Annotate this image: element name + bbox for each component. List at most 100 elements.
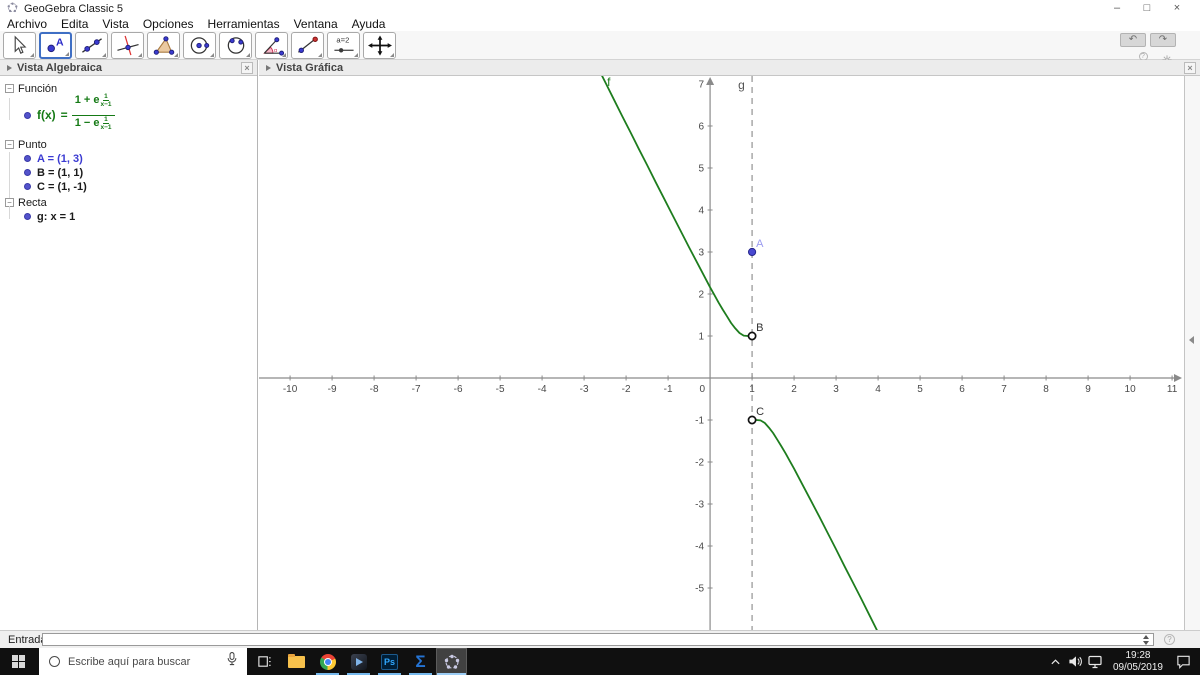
svg-text:A: A <box>56 36 64 48</box>
move-graphics-view-tool-button[interactable] <box>363 31 396 59</box>
move-tool-button[interactable] <box>3 31 36 59</box>
point-C[interactable] <box>747 415 757 425</box>
network-icon[interactable] <box>1086 648 1106 675</box>
slider-tool-button[interactable]: a=2 <box>327 31 360 59</box>
tool-dropdown-icon[interactable] <box>210 52 214 57</box>
taskbar-geogebra[interactable] <box>436 648 467 675</box>
collapse-left-icon[interactable] <box>1189 336 1194 344</box>
x-tick-label: 6 <box>959 384 965 395</box>
menu-herramientas[interactable]: Herramientas <box>201 17 287 31</box>
point-row-A[interactable]: A = (1, 3) <box>24 152 257 165</box>
taskbar-search-box[interactable]: Escribe aquí para buscar <box>39 648 247 675</box>
tool-dropdown-icon[interactable] <box>174 52 178 57</box>
collapse-icon[interactable]: − <box>5 84 14 93</box>
panel-expand-icon[interactable] <box>266 64 271 71</box>
x-tick-label: -9 <box>328 384 337 395</box>
hidden-icons-chevron-icon[interactable] <box>1046 648 1066 675</box>
object-bullet-icon[interactable] <box>24 213 31 220</box>
group-punto: − Punto <box>0 138 257 151</box>
tool-dropdown-icon[interactable] <box>65 51 69 56</box>
close-icon[interactable]: × <box>1162 0 1192 17</box>
x-tick-label: 9 <box>1085 384 1091 395</box>
taskbar-file-explorer[interactable] <box>281 648 312 675</box>
graphics-canvas[interactable]: g-10 -9 -8 -7 -6 -5 -4 -3 -2 -1 0 1 2 3 4 5 6 7 8 9 10 11-5-4… <box>259 76 1183 630</box>
taskbar-movies-tv[interactable] <box>343 648 374 675</box>
x-tick-label: -1 <box>664 384 673 395</box>
menu-vista[interactable]: Vista <box>95 17 135 31</box>
y-tick-label: 5 <box>699 163 705 174</box>
point-row-C[interactable]: C = (1, -1) <box>24 180 257 193</box>
window-controls: – □ × <box>1102 0 1192 17</box>
conic-tool-button[interactable] <box>219 31 252 59</box>
tool-dropdown-icon[interactable] <box>318 52 322 57</box>
taskbar-sigma-app[interactable]: Σ <box>405 648 436 675</box>
x-tick-label: 10 <box>1125 384 1137 395</box>
angle-tool-button[interactable]: α <box>255 31 288 59</box>
curve-f-right <box>751 419 878 630</box>
close-icon[interactable]: × <box>1184 61 1196 74</box>
tool-dropdown-icon[interactable] <box>282 52 286 57</box>
menu-ventana[interactable]: Ventana <box>287 17 345 31</box>
x-tick-label: -4 <box>538 384 547 395</box>
tool-dropdown-icon[interactable] <box>390 52 394 57</box>
clock-time: 19:28 <box>1125 649 1151 661</box>
speaker-icon[interactable] <box>1066 648 1086 675</box>
point-tool-button[interactable]: A <box>39 31 72 59</box>
object-bullet-icon[interactable] <box>24 169 31 176</box>
minimize-icon[interactable]: – <box>1102 0 1132 17</box>
menu-opciones[interactable]: Opciones <box>136 17 201 31</box>
photoshop-icon: Ps <box>381 653 398 670</box>
x-tick-label: 0 <box>700 384 706 395</box>
group-funcion: − Función <box>0 82 257 95</box>
tool-dropdown-icon[interactable] <box>246 52 250 57</box>
input-history-spinner-icon[interactable] <box>1143 635 1149 645</box>
y-tick-label: 7 <box>699 79 705 90</box>
line-row-g[interactable]: g: x = 1 <box>24 210 257 223</box>
menu-edita[interactable]: Edita <box>54 17 95 31</box>
curve-f-left <box>601 76 753 337</box>
object-bullet-icon[interactable] <box>24 111 31 119</box>
object-bullet-icon[interactable] <box>24 155 31 162</box>
function-row-f[interactable]: f(x) = 1 + e 1 x−1 1 − e 1 x−1 <box>24 93 257 136</box>
start-button[interactable] <box>0 648 36 675</box>
task-view-button[interactable] <box>247 648 281 675</box>
maximize-icon[interactable]: □ <box>1132 0 1162 17</box>
undo-icon[interactable]: ↶ <box>1120 33 1146 47</box>
point-B[interactable] <box>747 331 757 341</box>
tool-dropdown-icon[interactable] <box>30 52 34 57</box>
input-help-icon[interactable]: ? <box>1164 634 1175 645</box>
y-tick-label: -1 <box>695 415 704 426</box>
tool-dropdown-icon[interactable] <box>354 52 358 57</box>
sigma-icon: Σ <box>415 652 426 671</box>
point-A[interactable] <box>747 247 757 257</box>
object-bullet-icon[interactable] <box>24 183 31 190</box>
redo-icon[interactable]: ↷ <box>1150 33 1176 47</box>
polygon-tool-button[interactable] <box>147 31 180 59</box>
perpendicular-line-tool-button[interactable] <box>111 31 144 59</box>
microphone-icon[interactable] <box>226 651 238 672</box>
action-center-icon[interactable] <box>1170 648 1196 675</box>
x-tick-label: -8 <box>370 384 379 395</box>
function-fraction: 1 + e 1 x−1 1 − e 1 x−1 <box>71 93 115 136</box>
taskbar-photoshop[interactable]: Ps <box>374 648 405 675</box>
menu-ayuda[interactable]: Ayuda <box>345 17 393 31</box>
geogebra-window: GeoGebra Classic 5 – □ × Archivo Edita V… <box>0 0 1200 675</box>
windows-logo-icon <box>11 655 25 668</box>
entrada-input[interactable] <box>42 633 1154 646</box>
x-tick-label: 5 <box>917 384 923 395</box>
collapse-icon[interactable]: − <box>5 140 14 149</box>
panel-expand-icon[interactable] <box>7 64 12 71</box>
y-tick-label: -2 <box>695 457 704 468</box>
tool-dropdown-icon[interactable] <box>102 52 106 57</box>
menu-archivo[interactable]: Archivo <box>0 17 54 31</box>
reflect-tool-button[interactable] <box>291 31 324 59</box>
tool-dropdown-icon[interactable] <box>138 52 142 57</box>
point-row-B[interactable]: B = (1, 1) <box>24 166 257 179</box>
circle-tool-button[interactable] <box>183 31 216 59</box>
line-tool-button[interactable] <box>75 31 108 59</box>
taskbar-chrome[interactable] <box>312 648 343 675</box>
taskbar-clock[interactable]: 19:28 09/05/2019 <box>1113 650 1163 674</box>
close-icon[interactable]: × <box>241 61 253 74</box>
y-tick-label: -3 <box>695 499 704 510</box>
graphics-view-title: Vista Gráfica <box>276 61 344 74</box>
